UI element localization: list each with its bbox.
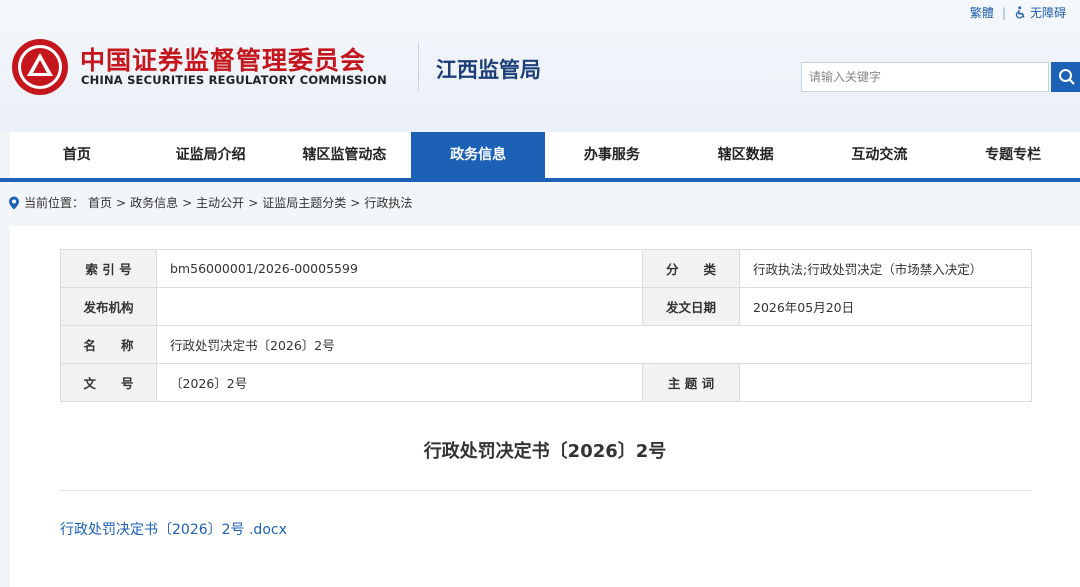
breadcrumb-item[interactable]: 政务信息 — [130, 194, 178, 211]
nav-item-interaction[interactable]: 互动交流 — [813, 132, 947, 178]
breadcrumb-separator: > — [248, 195, 259, 210]
nav-item-government-info[interactable]: 政务信息 — [411, 132, 545, 178]
category-value: 行政执法;行政处罚决定（市场禁入决定） — [739, 249, 1032, 288]
publisher-label: 发布机构 — [60, 287, 157, 326]
date-value: 2026年05月20日 — [739, 287, 1032, 326]
nav-item-home[interactable]: 首页 — [10, 132, 144, 178]
content-divider — [60, 490, 1032, 491]
brand-name-en: CHINA SECURITIES REGULATORY COMMISSION — [81, 73, 387, 87]
accessibility-label: 无障碍 — [1029, 6, 1066, 20]
date-label: 发文日期 — [642, 287, 740, 326]
index-label: 索 引 号 — [60, 249, 157, 288]
breadcrumb-separator: > — [350, 195, 361, 210]
breadcrumb-item[interactable]: 首页 — [88, 194, 112, 211]
nav-item-special-topics[interactable]: 专题专栏 — [946, 132, 1080, 178]
category-label: 分 类 — [642, 249, 740, 288]
nav-item-services[interactable]: 办事服务 — [545, 132, 679, 178]
top-links-separator: | — [1001, 5, 1006, 20]
breadcrumb-separator: > — [182, 195, 193, 210]
docno-value: 〔2026〕2号 — [156, 363, 643, 402]
location-pin-icon — [9, 196, 19, 209]
document-title: 行政处罚决定书〔2026〕2号 — [423, 441, 667, 462]
nav-underline — [0, 178, 1080, 182]
brand-name-cn[interactable]: 中国证券监督管理委员会 — [80, 41, 366, 77]
breadcrumb: 当前位置： 首页 > 政务信息 > 主动公开 > 证监局主题分类 > 行政执法 — [8, 194, 412, 211]
csrc-emblem-icon[interactable] — [11, 38, 69, 96]
breadcrumb-item[interactable]: 行政执法 — [364, 194, 412, 211]
main-nav: 首页 证监局介绍 辖区监管动态 政务信息 办事服务 辖区数据 互动交流 专题专栏 — [10, 132, 1080, 178]
subject-value — [739, 363, 1032, 402]
breadcrumb-prefix: 当前位置： — [24, 196, 85, 210]
bureau-name: 江西监管局 — [436, 58, 541, 82]
publisher-value — [156, 287, 643, 326]
search-button[interactable] — [1051, 62, 1080, 92]
meta-row: 名 称 行政处罚决定书〔2026〕2号 — [60, 325, 1032, 364]
name-label: 名 称 — [60, 325, 157, 364]
breadcrumb-item[interactable]: 证监局主题分类 — [262, 194, 346, 211]
accessibility-icon — [1015, 6, 1025, 19]
meta-row: 文 号 〔2026〕2号 主 题 词 — [60, 363, 1032, 402]
meta-row: 发布机构 发文日期 2026年05月20日 — [60, 287, 1032, 326]
index-value: bm56000001/2026-00005599 — [156, 249, 643, 288]
traditional-chinese-link[interactable]: 繁體 — [970, 4, 994, 21]
site-header: 繁體 | 无障碍 中国证券监督管理委员会 CHINA SECURITIES RE… — [0, 0, 1080, 132]
attachment-link[interactable]: 行政处罚决定书〔2026〕2号 .docx — [60, 519, 287, 539]
meta-row: 索 引 号 bm56000001/2026-00005599 分 类 行政执法;… — [60, 249, 1032, 288]
search-input[interactable]: 请输入关键字 — [801, 62, 1049, 92]
nav-item-bureau-intro[interactable]: 证监局介绍 — [144, 132, 278, 178]
accessibility-link[interactable]: 无障碍 — [1014, 4, 1066, 21]
docno-label: 文 号 — [60, 363, 157, 402]
brand-divider — [418, 42, 419, 90]
nav-item-regulation-news[interactable]: 辖区监管动态 — [278, 132, 412, 178]
breadcrumb-separator: > — [116, 195, 127, 210]
breadcrumb-item[interactable]: 主动公开 — [196, 194, 244, 211]
subject-label: 主 题 词 — [642, 363, 740, 402]
document-meta-table: 索 引 号 bm56000001/2026-00005599 分 类 行政执法;… — [60, 249, 1032, 402]
top-links: 繁體 | 无障碍 — [970, 4, 1066, 21]
nav-item-regional-data[interactable]: 辖区数据 — [679, 132, 813, 178]
name-value: 行政处罚决定书〔2026〕2号 — [156, 325, 1032, 364]
content-panel: 索 引 号 bm56000001/2026-00005599 分 类 行政执法;… — [10, 226, 1080, 587]
search-icon — [1059, 69, 1075, 85]
